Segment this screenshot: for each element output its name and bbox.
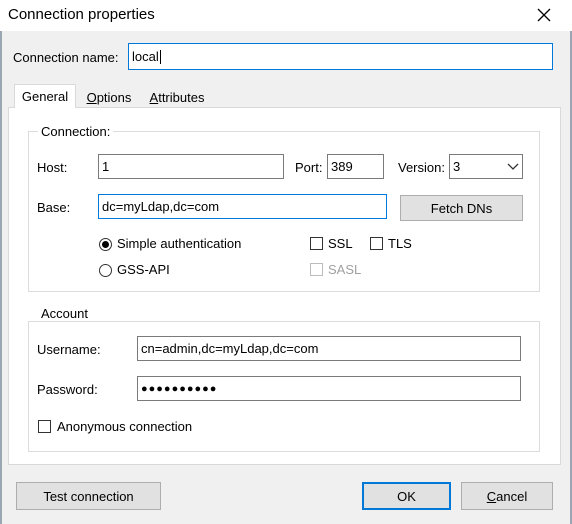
connection-group-title: Connection:: [38, 124, 114, 139]
base-field[interactable]: dc=myLdap,dc=com: [98, 194, 387, 219]
ok-label: OK: [397, 488, 416, 504]
cancel-label: Cancel: [486, 488, 528, 504]
username-field[interactable]: cn=admin,dc=myLdap,dc=com: [137, 336, 521, 361]
text-cursor: [159, 49, 161, 64]
gss-api-radio[interactable]: [99, 264, 112, 277]
tls-label: TLS: [388, 236, 412, 251]
connection-name-field[interactable]: local: [128, 43, 553, 70]
close-button[interactable]: [528, 3, 560, 27]
test-connection-button[interactable]: Test connection: [16, 482, 161, 510]
chevron-down-icon: [507, 163, 519, 170]
port-value: 389: [331, 159, 353, 174]
host-field[interactable]: 1: [98, 154, 284, 179]
ok-button[interactable]: OK: [362, 482, 451, 510]
fetch-dns-button[interactable]: Fetch DNs: [400, 195, 523, 221]
port-label: Port:: [295, 160, 323, 175]
window-left-edge: [0, 31, 2, 524]
connection-name-value: local: [132, 49, 159, 64]
username-label: Username:: [37, 342, 101, 357]
ssl-checkbox[interactable]: [310, 237, 323, 250]
version-select[interactable]: 3: [449, 154, 523, 179]
ssl-label: SSL: [328, 236, 353, 251]
base-label: Base:: [37, 200, 71, 215]
username-value: cn=admin,dc=myLdap,dc=com: [141, 341, 319, 356]
gss-api-label: GSS-API: [117, 262, 170, 277]
radio-dot: [102, 241, 109, 248]
tls-checkbox[interactable]: [370, 237, 383, 250]
password-field[interactable]: ●●●●●●●●●●: [137, 376, 521, 401]
anonymous-checkbox[interactable]: [38, 420, 51, 433]
tab-general[interactable]: General: [14, 84, 76, 108]
close-icon: [537, 8, 551, 22]
port-field[interactable]: 389: [327, 154, 384, 179]
connection-name-label: Connection name:: [13, 50, 119, 65]
account-group-title: Account: [38, 306, 91, 321]
sasl-checkbox[interactable]: [310, 263, 323, 276]
version-value: 3: [453, 159, 461, 174]
cancel-button[interactable]: Cancel: [461, 482, 553, 510]
password-label: Password:: [37, 382, 98, 397]
anonymous-label: Anonymous connection: [57, 419, 193, 434]
tab-options-label: Options: [86, 89, 132, 105]
password-value: ●●●●●●●●●●: [141, 382, 218, 395]
test-connection-label: Test connection: [43, 488, 134, 504]
tab-attributes[interactable]: Attributes: [142, 86, 212, 108]
tab-attributes-label: Attributes: [149, 89, 205, 105]
fetch-dns-label: Fetch DNs: [430, 200, 493, 216]
base-value: dc=myLdap,dc=com: [102, 199, 220, 214]
sasl-label: SASL: [328, 262, 362, 277]
host-label: Host:: [37, 160, 68, 175]
simple-auth-label: Simple authentication: [117, 236, 242, 251]
window-title: Connection properties: [8, 6, 155, 23]
tab-general-label: General: [21, 89, 69, 104]
simple-auth-radio[interactable]: [99, 238, 112, 251]
tab-options[interactable]: Options: [80, 86, 138, 108]
version-label: Version:: [398, 160, 445, 175]
host-value: 1: [102, 159, 110, 174]
